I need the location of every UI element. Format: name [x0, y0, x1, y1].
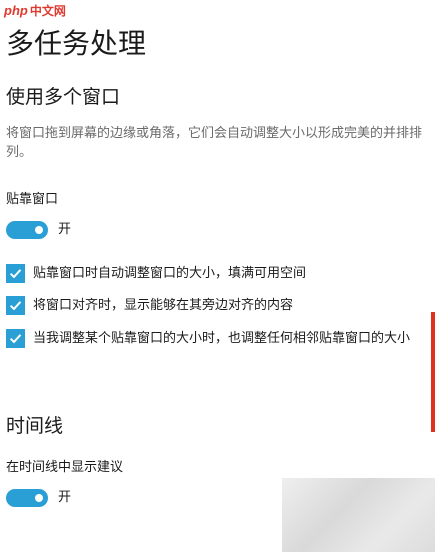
snap-windows-toggle-state: 开: [58, 222, 72, 237]
toggle-knob: [35, 226, 43, 234]
blurred-region: [282, 478, 435, 552]
watermark-logo: php 中文网: [4, 2, 66, 19]
watermark-text: 中文网: [29, 4, 66, 18]
timeline-suggestions-toggle-row[interactable]: 开: [6, 489, 71, 507]
timeline-suggestions-toggle[interactable]: [6, 489, 48, 507]
option-show-snap-assist[interactable]: 将窗口对齐时，显示能够在其旁边对齐的内容: [6, 295, 426, 316]
option-label: 贴靠窗口时自动调整窗口的大小，填满可用空间: [33, 266, 307, 281]
toggle-knob: [35, 494, 43, 502]
timeline-suggestions-toggle-state: 开: [58, 490, 72, 505]
checkbox-fill-space[interactable]: [6, 264, 25, 283]
checkbox-resize-adjacent[interactable]: [6, 329, 25, 348]
checkmark-icon: [9, 334, 22, 344]
checkmark-icon: [9, 301, 22, 311]
option-label: 将窗口对齐时，显示能够在其旁边对齐的内容: [33, 298, 294, 313]
checkbox-show-snap-assist[interactable]: [6, 296, 25, 315]
section-description: 将窗口拖到屏幕的边缘或角落，它们会自动调整大小以形成完美的并排排列。: [6, 126, 423, 160]
option-resize-adjacent[interactable]: 当我调整某个贴靠窗口的大小时，也调整任何相邻贴靠窗口的大小: [6, 328, 426, 349]
scroll-indicator[interactable]: [431, 312, 435, 432]
snap-windows-toggle-row[interactable]: 开: [6, 221, 71, 239]
page-title: 多任务处理: [6, 27, 147, 60]
snap-windows-toggle[interactable]: [6, 221, 48, 239]
checkmark-icon: [9, 269, 22, 279]
option-fill-space[interactable]: 贴靠窗口时自动调整窗口的大小，填满可用空间: [6, 263, 426, 284]
option-label: 当我调整某个贴靠窗口的大小时，也调整任何相邻贴靠窗口的大小: [33, 331, 411, 346]
section-heading-windows: 使用多个窗口: [6, 86, 121, 108]
watermark-php: php: [4, 3, 28, 18]
snap-windows-label: 贴靠窗口: [6, 192, 59, 207]
timeline-suggestions-label: 在时间线中显示建议: [6, 460, 124, 475]
section-heading-timeline: 时间线: [6, 415, 64, 437]
